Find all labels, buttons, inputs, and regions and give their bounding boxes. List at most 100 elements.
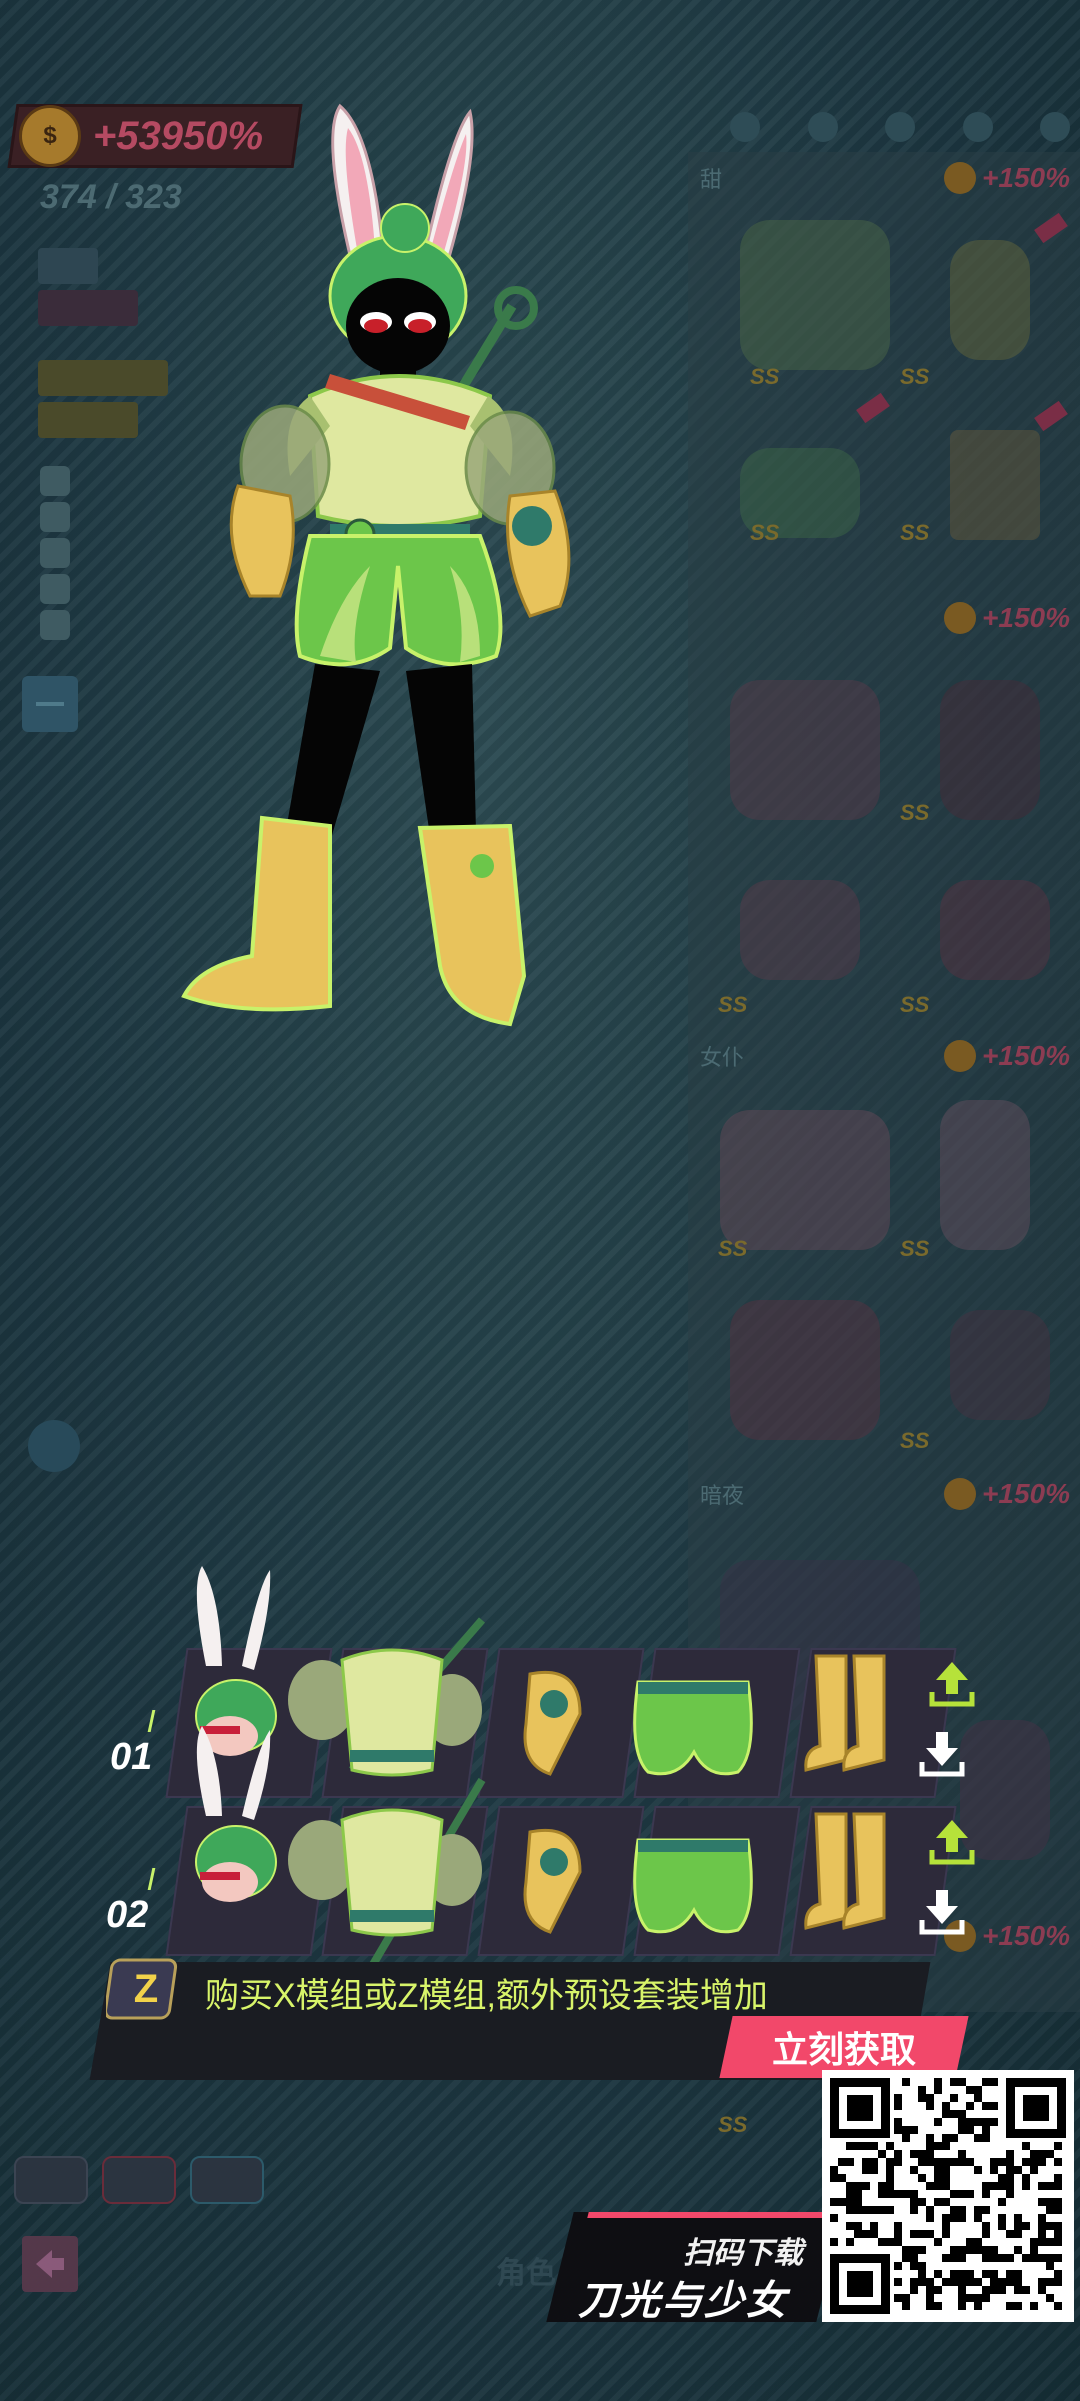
preset-button[interactable] — [190, 2156, 264, 2204]
menu-button[interactable] — [22, 676, 78, 732]
qr-module — [854, 2182, 862, 2190]
qr-module — [886, 2158, 894, 2166]
qr-module — [934, 2302, 942, 2310]
rotate-button[interactable] — [28, 1420, 80, 1472]
qr-module — [958, 2286, 966, 2294]
qr-module — [942, 2174, 950, 2182]
qr-module — [958, 2294, 966, 2302]
wardrobe-item[interactable] — [940, 880, 1050, 980]
rarity-badge: SS — [900, 364, 930, 389]
qr-module — [982, 2246, 990, 2254]
qr-module — [950, 2246, 958, 2254]
back-arrow-icon — [36, 2250, 64, 2278]
qr-module — [830, 2198, 838, 2206]
qr-module — [942, 2222, 950, 2230]
qr-module — [926, 2150, 934, 2158]
stat-bar — [38, 248, 98, 284]
qr-module — [998, 2286, 1006, 2294]
qr-module — [846, 2206, 854, 2214]
download-icon[interactable] — [914, 1726, 970, 1782]
qr-module — [982, 2190, 990, 2198]
upload-icon[interactable] — [924, 1656, 980, 1712]
qr-module — [1046, 2262, 1054, 2270]
qr-module — [1038, 2278, 1046, 2286]
qr-module — [958, 2126, 966, 2134]
qr-module — [870, 2166, 878, 2174]
wardrobe-item[interactable] — [940, 1100, 1030, 1250]
qr-module — [1006, 2230, 1014, 2238]
qr-module — [926, 2206, 934, 2214]
qr-module — [918, 2158, 926, 2166]
qr-module — [958, 2254, 966, 2262]
wardrobe-item[interactable] — [730, 680, 880, 820]
qr-module — [990, 2158, 998, 2166]
get-now-button[interactable]: 立刻获取 — [719, 2016, 969, 2078]
qr-module — [990, 2246, 998, 2254]
qr-module — [1006, 2182, 1014, 2190]
qr-module — [910, 2198, 918, 2206]
upload-icon[interactable] — [924, 1814, 980, 1870]
qr-module — [1038, 2286, 1046, 2294]
wardrobe-section-header: +150% — [700, 598, 1070, 638]
qr-module — [958, 2190, 966, 2198]
qr-module — [974, 2238, 982, 2246]
preset-button[interactable] — [102, 2156, 176, 2204]
qr-module — [1046, 2150, 1054, 2158]
preset-button[interactable] — [14, 2156, 88, 2204]
wardrobe-item[interactable] — [950, 430, 1040, 540]
qr-module — [990, 2166, 998, 2174]
qr-module — [1046, 2222, 1054, 2230]
wardrobe-tab[interactable] — [885, 112, 915, 142]
wardrobe-item[interactable] — [950, 240, 1030, 360]
qr-module — [998, 2278, 1006, 2286]
qr-module — [846, 2158, 854, 2166]
qr-module — [894, 2190, 902, 2198]
qr-module — [982, 2206, 990, 2214]
stat-counter: 374 / 323 — [40, 178, 182, 216]
qr-module — [1022, 2182, 1030, 2190]
qr-module — [974, 2214, 982, 2222]
wardrobe-item[interactable] — [950, 1310, 1050, 1420]
wardrobe-item[interactable] — [730, 1300, 880, 1440]
download-icon[interactable] — [914, 1884, 970, 1940]
qr-module — [878, 2238, 886, 2246]
stat-bar — [38, 360, 168, 396]
qr-module — [902, 2190, 910, 2198]
qr-module — [998, 2182, 1006, 2190]
qr-module — [950, 2094, 958, 2102]
brand-stripe — [587, 2212, 825, 2218]
qr-module — [1038, 2198, 1046, 2206]
wardrobe-item[interactable] — [720, 1110, 890, 1250]
qr-module — [974, 2302, 982, 2310]
qr-module — [886, 2190, 894, 2198]
wardrobe-tab[interactable] — [1040, 112, 1070, 142]
qr-module — [998, 2214, 1006, 2222]
boots-item-art — [804, 1654, 886, 1772]
coin-icon — [944, 162, 977, 194]
qr-module — [1022, 2222, 1030, 2230]
qr-module — [982, 2294, 990, 2302]
section-bonus: +150% — [982, 1040, 1070, 1071]
wardrobe-tab[interactable] — [962, 112, 993, 142]
wardrobe-item[interactable] — [940, 680, 1040, 820]
qr-module — [982, 2222, 990, 2230]
back-button[interactable] — [22, 2236, 78, 2292]
qr-module — [1038, 2182, 1046, 2190]
wardrobe-item[interactable] — [740, 880, 860, 980]
qr-module — [1006, 2174, 1014, 2182]
qr-module — [862, 2206, 870, 2214]
stat-bar — [38, 402, 138, 438]
qr-module — [966, 2238, 974, 2246]
qr-module — [838, 2198, 846, 2206]
qr-module — [1054, 2222, 1062, 2230]
qr-module — [950, 2270, 958, 2278]
qr-module — [1054, 2174, 1062, 2182]
qr-module — [1014, 2166, 1022, 2174]
wardrobe-tab[interactable] — [807, 112, 838, 142]
qr-module — [886, 2142, 894, 2150]
wardrobe-item[interactable] — [740, 220, 890, 370]
rarity-badge: SS — [900, 800, 930, 825]
qr-module — [862, 2182, 870, 2190]
qr-module — [854, 2222, 862, 2230]
qr-module — [926, 2158, 934, 2166]
